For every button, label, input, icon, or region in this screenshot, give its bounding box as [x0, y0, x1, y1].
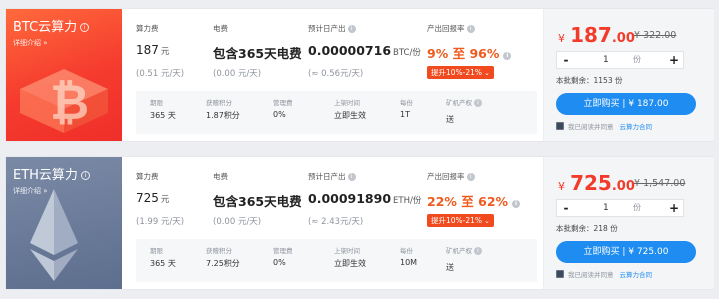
detail-value: 送: [446, 115, 454, 124]
expected-output-label: 预计日产出 i: [308, 171, 356, 182]
detail-link[interactable]: 详细介绍 »: [13, 186, 48, 196]
purchase-panel: ¥ 725.00 ¥ 1,547.00 - 1 份 + 本批剩余：218 份 立…: [544, 157, 714, 289]
detail-label: 管理费: [273, 99, 293, 107]
info-icon[interactable]: i: [512, 200, 521, 208]
detail-value: 1.87积分: [206, 111, 240, 120]
info-icon[interactable]: i: [466, 173, 475, 181]
detail-value: 365 天: [150, 111, 176, 120]
detail-label: 每份: [400, 247, 413, 255]
detail-label: 每份: [400, 99, 413, 107]
detail-value: 10M: [400, 258, 418, 267]
detail-panel: 期限 365 天 获赠积分 7.25积分 管理费 0% 上架时间 立即生效 每份…: [136, 239, 537, 282]
info-icon[interactable]: i: [347, 25, 356, 33]
hashrate-fee-daily: (1.99 元/天): [136, 217, 185, 227]
quantity-unit: 份: [633, 203, 641, 212]
chevron-down-icon: ⌄: [484, 69, 490, 77]
hashrate-fee-label: 算力费: [136, 172, 159, 181]
agree-checkbox[interactable]: [556, 122, 564, 130]
detail-value: 365 天: [150, 259, 176, 268]
contract-link[interactable]: 云算力合同: [620, 271, 653, 279]
detail-panel: 期限 365 天 获赠积分 1.87积分 管理费 0% 上架时间 立即生效 每份…: [136, 91, 537, 134]
hashrate-fee-value: 187 元: [136, 43, 170, 57]
electricity-fee-label: 电费: [213, 172, 228, 181]
agreement: 我已阅读并同意 云算力合同: [556, 269, 652, 279]
contract-link[interactable]: 云算力合同: [620, 123, 653, 131]
boost-badge[interactable]: 提升10%-21% ⌄: [427, 214, 494, 227]
hashrate-fee-value: 725 元: [136, 191, 170, 205]
return-rate-value: 22% 至 62% i: [427, 191, 521, 210]
remaining-stock: 本批剩余：218 份: [556, 224, 618, 233]
info-icon[interactable]: i: [347, 173, 356, 181]
detail-value: 立即生效: [334, 111, 366, 120]
expected-output-value: 0.00000716 BTC/份: [308, 43, 421, 58]
info-icon[interactable]: i: [80, 171, 90, 180]
expected-output-label: 预计日产出 i: [308, 23, 356, 34]
detail-label: 获赠积分: [206, 247, 232, 255]
minus-button[interactable]: -: [557, 52, 575, 68]
detail-label: 期限: [150, 99, 163, 107]
electricity-fee-value: 包含365天电费: [213, 46, 302, 61]
electricity-fee-value: 包含365天电费: [213, 194, 302, 209]
detail-value: 0%: [273, 110, 286, 119]
detail-value: 1T: [400, 110, 410, 119]
info-icon[interactable]: i: [474, 247, 482, 255]
agree-checkbox[interactable]: [556, 270, 564, 278]
agreement: 我已阅读并同意 云算力合同: [556, 121, 652, 131]
hashrate-fee-daily: (0.51 元/天): [136, 69, 185, 79]
boost-badge[interactable]: 提升10%-21% ⌄: [427, 66, 494, 79]
original-price: ¥ 322.00: [634, 30, 677, 41]
minus-button[interactable]: -: [557, 200, 575, 216]
svg-text:₿: ₿: [50, 75, 89, 131]
return-rate-value: 9% 至 96% i: [427, 43, 512, 62]
purchase-panel: ¥ 187.00 ¥ 322.00 - 1 份 + 本批剩余：1153 份 立即…: [544, 9, 714, 141]
plus-button[interactable]: +: [665, 52, 683, 68]
detail-value: 7.25积分: [206, 259, 240, 268]
expected-output-cny: (≈ 0.56元/天): [308, 69, 364, 79]
btc-product-card: ₿ BTC云算力 i 详细介绍 » 算力费 187 元 (0.51 元/天) 电费 …: [5, 8, 714, 142]
eth-product-card: ETH云算力 i 详细介绍 » 算力费 725 元 (1.99 元/天) 电费 包含…: [5, 156, 714, 290]
eth-banner: ETH云算力 i 详细介绍 »: [6, 157, 122, 289]
detail-label: 矿机产权 i: [446, 97, 482, 107]
detail-value: 送: [446, 263, 454, 272]
quantity-input[interactable]: 1: [603, 200, 609, 216]
detail-label: 上架时间: [334, 99, 360, 107]
current-price: ¥ 187.00: [558, 23, 635, 47]
buy-now-button[interactable]: 立即购买 | ¥ 725.00: [556, 241, 696, 263]
detail-value: 立即生效: [334, 259, 366, 268]
product-title: ETH云算力 i: [13, 164, 90, 183]
electricity-fee-daily: (0.00 元/天): [213, 69, 262, 79]
quantity-stepper[interactable]: - 1 份 +: [556, 51, 684, 69]
info-icon[interactable]: i: [474, 99, 482, 107]
plus-button[interactable]: +: [665, 200, 683, 216]
info-icon[interactable]: i: [466, 25, 475, 33]
btc-banner: ₿ BTC云算力 i 详细介绍 »: [6, 9, 122, 141]
buy-now-button[interactable]: 立即购买 | ¥ 187.00: [556, 93, 696, 115]
detail-value: 0%: [273, 258, 286, 267]
info-icon[interactable]: i: [503, 52, 512, 60]
info-icon[interactable]: i: [80, 23, 90, 32]
detail-label: 管理费: [273, 247, 293, 255]
quantity-unit: 份: [633, 55, 641, 64]
detail-label: 获赠积分: [206, 99, 232, 107]
electricity-fee-label: 电费: [213, 24, 228, 33]
hashrate-fee-label: 算力费: [136, 24, 159, 33]
expected-output-value: 0.00091890 ETH/份: [308, 191, 422, 206]
detail-label: 矿机产权 i: [446, 245, 482, 255]
original-price: ¥ 1,547.00: [634, 178, 686, 189]
electricity-fee-daily: (0.00 元/天): [213, 217, 262, 227]
quantity-stepper[interactable]: - 1 份 +: [556, 199, 684, 217]
detail-label: 期限: [150, 247, 163, 255]
chevron-down-icon: ⌄: [484, 217, 490, 225]
return-rate-label: 产出回报率 i: [427, 171, 475, 182]
detail-label: 上架时间: [334, 247, 360, 255]
remaining-stock: 本批剩余：1153 份: [556, 76, 623, 85]
detail-link[interactable]: 详细介绍 »: [13, 38, 48, 48]
return-rate-label: 产出回报率 i: [427, 23, 475, 34]
quantity-input[interactable]: 1: [603, 52, 609, 68]
current-price: ¥ 725.00: [558, 171, 635, 195]
product-title: BTC云算力 i: [13, 16, 90, 35]
expected-output-cny: (≈ 2.43元/天): [308, 217, 364, 227]
